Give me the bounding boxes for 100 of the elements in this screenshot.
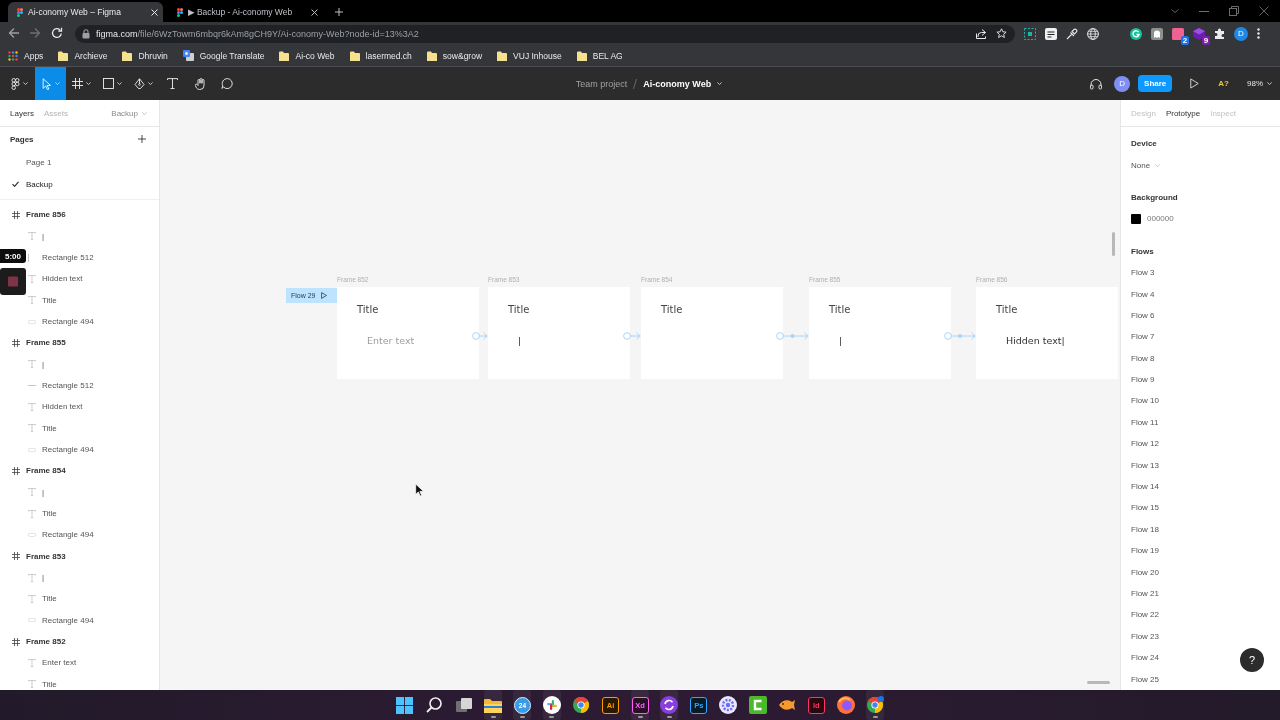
flow-item[interactable]: Flow 12	[1131, 439, 1159, 449]
bookmark-link[interactable]: VUJ Inhouse	[497, 50, 562, 61]
panel-tab[interactable]: Prototype	[1165, 108, 1201, 118]
page-item[interactable]: Backup	[0, 173, 159, 195]
flow-item[interactable]: Flow 8	[1131, 353, 1155, 363]
layer-item[interactable]: Frame 854	[12, 463, 72, 478]
flow-item[interactable]: Flow 6	[1131, 310, 1155, 320]
flow-item[interactable]: Flow 11	[1131, 417, 1159, 427]
team-name-link[interactable]: Team project	[575, 78, 628, 89]
device-dropdown[interactable]: None	[1131, 160, 1161, 170]
layer-item[interactable]: |	[28, 229, 51, 244]
flow-item[interactable]: Flow 13	[1131, 460, 1159, 470]
layer-item[interactable]: |	[28, 570, 51, 585]
flow-item[interactable]: Flow 4	[1131, 289, 1155, 299]
bookmark-link[interactable]: Apps	[8, 50, 44, 61]
taskbar-app[interactable]	[484, 690, 503, 720]
puzzle-icon[interactable]	[1214, 28, 1225, 39]
flow-item[interactable]: Flow 3	[1131, 268, 1155, 278]
layer-item[interactable]: |	[28, 485, 51, 500]
bookmark-link[interactable]: BEL AG	[576, 50, 623, 61]
layer-item[interactable]: Frame 855	[12, 335, 72, 350]
ghost-icon[interactable]	[1151, 27, 1163, 40]
page-item[interactable]: Page 1	[0, 151, 159, 173]
text-input[interactable]: Enter text	[367, 335, 432, 347]
hex-value-field[interactable]: 000000	[1147, 214, 1174, 224]
flow-item[interactable]: Flow 10	[1131, 396, 1159, 406]
flow-item[interactable]: Flow 21	[1131, 589, 1159, 598]
back-arrow-icon[interactable]	[8, 26, 20, 39]
bookmark-link[interactable]: Dhruvin	[122, 50, 168, 61]
dashed-square-icon[interactable]	[1024, 27, 1036, 40]
share-icon[interactable]	[975, 27, 987, 40]
globe-icon[interactable]	[1087, 27, 1099, 40]
flow-item[interactable]: Flow 19	[1131, 546, 1159, 556]
flow-item[interactable]: Flow 22	[1131, 610, 1159, 620]
bookmark-link[interactable]: Google Translate	[182, 50, 265, 61]
file-name-menu[interactable]: Ai-conomy Web	[643, 78, 723, 89]
flow-item[interactable]: Flow 20	[1131, 567, 1159, 577]
flow-item[interactable]: Flow 23	[1131, 631, 1159, 641]
bookmark-link[interactable]: Ai-co Web	[279, 50, 335, 61]
add-page-icon[interactable]	[138, 135, 146, 143]
flow-item[interactable]: Flow 14	[1131, 482, 1159, 492]
layer-item[interactable]: Title	[28, 591, 63, 606]
layer-item[interactable]: Frame 853	[12, 549, 72, 564]
text-input[interactable]: |	[518, 335, 528, 347]
flow-item[interactable]: Flow 15	[1131, 503, 1159, 513]
flow-item[interactable]: Flow 7	[1131, 332, 1155, 342]
more-menu-icon[interactable]	[1257, 28, 1260, 39]
layer-item[interactable]: Title	[28, 506, 63, 521]
layer-item[interactable]: Rectangle 512	[28, 250, 100, 265]
cube-icon[interactable]	[1193, 27, 1205, 40]
zoom-menu[interactable]: 98%	[1247, 79, 1272, 88]
bookmark-link[interactable]: sow&grow	[426, 50, 483, 61]
layer-item[interactable]: Rectangle 494	[28, 314, 100, 329]
layer-item[interactable]: Title	[28, 677, 63, 690]
layer-item[interactable]: Rectangle 494	[28, 442, 100, 457]
layer-item[interactable]: Rectangle 494	[28, 527, 100, 542]
taskbar-app[interactable]	[866, 690, 885, 720]
layer-item[interactable]: |	[28, 357, 51, 372]
browser-tab[interactable]: ▶ Backup - Ai-conomy Web	[168, 2, 323, 22]
flow-item[interactable]: Flow 24	[1131, 653, 1159, 663]
layer-item[interactable]: Hidden text	[28, 399, 89, 414]
browser-tab[interactable]: Ai-conomy Web – Figma	[8, 2, 163, 22]
scrollbar-thumb[interactable]	[1112, 232, 1115, 256]
layer-item[interactable]: Rectangle 512	[28, 378, 100, 393]
headphones-icon[interactable]	[1090, 77, 1103, 90]
frame-card[interactable]: Title |	[488, 287, 630, 379]
scrollbar-thumb[interactable]	[1087, 681, 1110, 684]
missing-fonts-button[interactable]: A?	[1218, 79, 1229, 88]
square-extension-icon[interactable]	[1172, 27, 1184, 40]
profile-avatar[interactable]: D	[1234, 26, 1248, 41]
frame-card[interactable]: Title Enter text	[337, 287, 479, 379]
grammar-check-icon[interactable]	[1130, 27, 1142, 40]
close-icon[interactable]	[311, 8, 318, 16]
reload-icon[interactable]	[51, 26, 63, 39]
taskbar-app[interactable]	[660, 690, 679, 720]
layer-item[interactable]: Title	[28, 421, 63, 436]
color-swatch-icon[interactable]	[1131, 213, 1141, 224]
panel-tab[interactable]: Layers	[10, 108, 34, 118]
flow-item[interactable]: Flow 18	[1131, 524, 1159, 534]
flow-item[interactable]: Flow 25	[1131, 674, 1159, 684]
frame-card[interactable]: Title |	[809, 287, 951, 379]
address-bar[interactable]: figma.com/file/6WzTowm6mbqr6kAm8gCH9Y/Ai-conomy-Web?node-id=13%3A2	[75, 24, 1015, 43]
eyedropper-icon[interactable]	[1066, 27, 1078, 40]
present-play-icon[interactable]	[1190, 77, 1200, 89]
chevron-down-icon[interactable]	[1171, 9, 1179, 13]
minimize-icon[interactable]	[1199, 10, 1209, 12]
star-icon[interactable]	[996, 28, 1007, 39]
keyboard-extension-icon[interactable]	[1045, 27, 1057, 40]
frame-card[interactable]: Title	[641, 287, 783, 379]
layer-item[interactable]: Enter text	[28, 655, 83, 670]
taskbar-app[interactable]	[542, 690, 561, 720]
text-input[interactable]: |	[839, 335, 849, 347]
plus-icon[interactable]	[335, 8, 343, 16]
restore-icon[interactable]	[1229, 6, 1239, 16]
layer-item[interactable]: Rectangle 494	[28, 613, 100, 628]
layer-item[interactable]: Title	[28, 293, 63, 308]
frame-card[interactable]: Title Hidden text|	[976, 287, 1118, 379]
bookmark-link[interactable]: Archieve	[58, 50, 108, 61]
bookmark-link[interactable]: lasermed.ch	[349, 50, 412, 61]
flow-item[interactable]: Flow 9	[1131, 375, 1155, 385]
